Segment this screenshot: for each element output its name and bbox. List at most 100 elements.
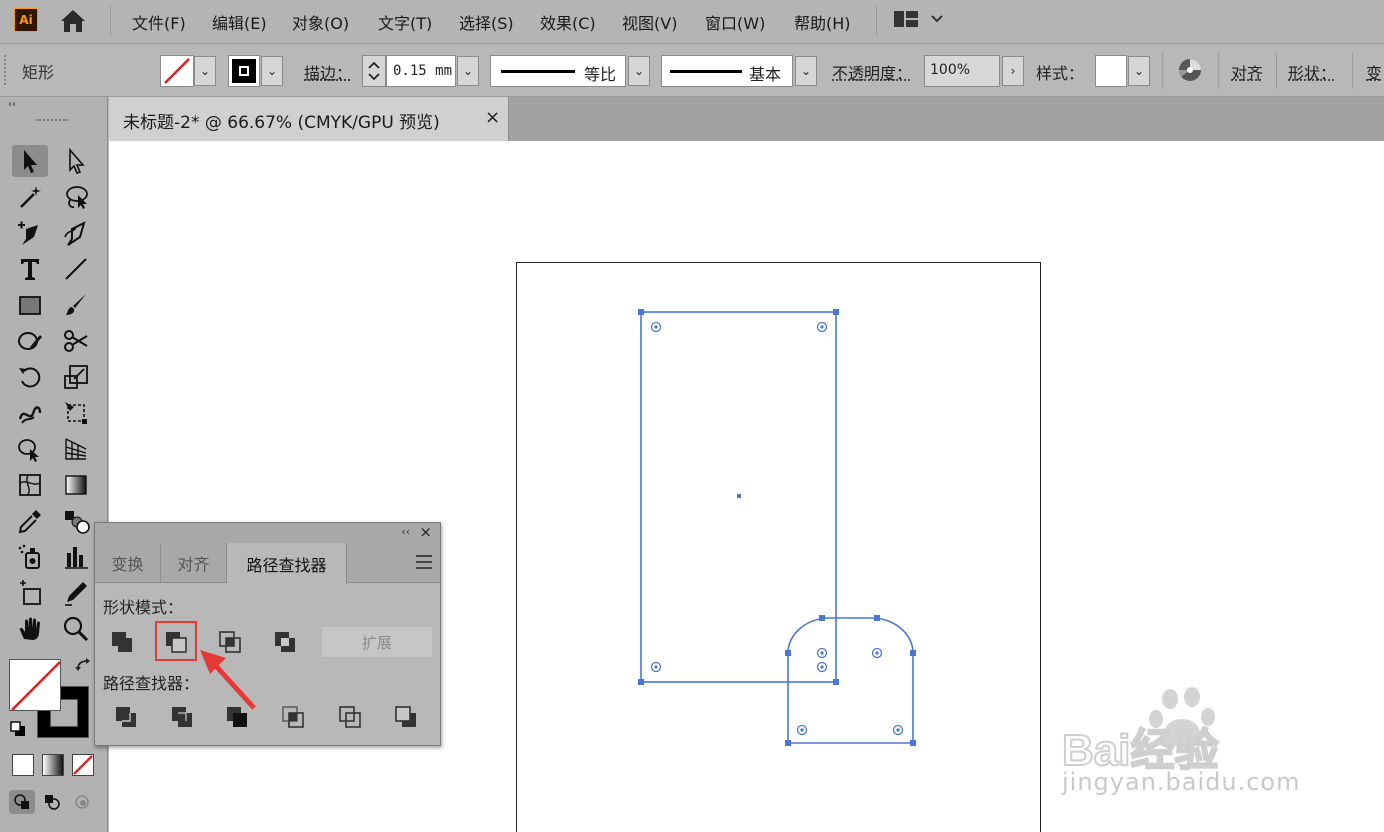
tab-align[interactable]: 对齐 xyxy=(161,543,227,583)
fill-color-swatch[interactable] xyxy=(160,55,194,87)
pen-tool-icon[interactable] xyxy=(12,217,48,249)
selection-tool-icon[interactable] xyxy=(12,145,48,177)
profile-chevron-icon[interactable]: ⌄ xyxy=(628,56,650,86)
mesh-tool-icon[interactable] xyxy=(12,469,48,501)
blend-tool-icon[interactable] xyxy=(58,505,94,537)
profile-line xyxy=(501,70,575,73)
document-tab[interactable]: 未标题-2* @ 66.67% (CMYK/GPU 预览) × xyxy=(109,97,509,141)
swap-fill-stroke-icon[interactable] xyxy=(74,657,94,677)
perspective-grid-tool-icon[interactable] xyxy=(58,433,94,465)
scissors-tool-icon[interactable] xyxy=(58,325,94,357)
brush-definition[interactable]: 基本 xyxy=(661,55,793,87)
shape-properties-link[interactable]: 形状： xyxy=(1288,60,1336,84)
pencil-tool-icon[interactable] xyxy=(58,577,94,609)
control-divider xyxy=(1276,53,1277,89)
draw-behind-button[interactable] xyxy=(39,790,65,814)
recolor-artwork-icon[interactable] xyxy=(1177,57,1203,83)
fill-swatch[interactable] xyxy=(9,659,61,711)
draw-normal-button[interactable] xyxy=(9,790,35,814)
draw-inside-icon xyxy=(75,795,89,809)
tab-pathfinder[interactable]: 路径查找器 xyxy=(227,543,347,584)
control-bar-grip[interactable] xyxy=(4,55,10,85)
home-icon[interactable] xyxy=(58,8,88,34)
menu-view[interactable]: 视图(V) xyxy=(622,10,677,34)
menu-object[interactable]: 对象(O) xyxy=(292,10,349,34)
crop-button[interactable] xyxy=(275,699,311,735)
brush-chevron-icon[interactable]: ⌄ xyxy=(795,56,817,86)
free-transform-tool-icon[interactable] xyxy=(58,397,94,429)
variable-width-profile[interactable]: 等比 xyxy=(490,55,626,87)
outline-icon xyxy=(339,706,361,728)
panel-titlebar[interactable]: ‹‹ × xyxy=(95,523,440,543)
menu-edit[interactable]: 编辑(E) xyxy=(212,10,267,34)
shape-builder-tool-icon[interactable] xyxy=(12,433,48,465)
symbol-sprayer-tool-icon[interactable] xyxy=(12,541,48,573)
eyedropper-tool-icon[interactable] xyxy=(12,505,48,537)
hand-tool-icon[interactable] xyxy=(12,613,48,645)
none-mode-button[interactable] xyxy=(72,754,94,776)
unite-button[interactable] xyxy=(104,624,140,660)
stroke-weight-input[interactable]: 0.15 mm xyxy=(386,55,456,87)
rectangle-tool-icon[interactable] xyxy=(12,289,48,321)
shaper-tool-icon[interactable] xyxy=(12,325,48,357)
scale-tool-icon[interactable] xyxy=(58,361,94,393)
menu-select[interactable]: 选择(S) xyxy=(459,10,514,34)
menu-bar: Ai 文件(F) 编辑(E) 对象(O) 文字(T) 选择(S) 效果(C) 视… xyxy=(0,0,1384,44)
lasso-tool-icon[interactable] xyxy=(58,181,94,213)
stroke-weight-chevron-icon[interactable]: ⌄ xyxy=(457,56,479,86)
rotate-tool-icon[interactable] xyxy=(12,361,48,393)
stroke-weight-stepper[interactable] xyxy=(362,55,386,87)
panel-collapse-icon[interactable]: ‹‹ xyxy=(401,525,410,538)
menu-effect[interactable]: 效果(C) xyxy=(540,10,596,34)
color-mode-button[interactable] xyxy=(12,754,34,776)
direct-selection-tool-icon[interactable] xyxy=(58,145,94,177)
stroke-color-swatch[interactable] xyxy=(228,55,260,87)
menu-help[interactable]: 帮助(H) xyxy=(794,10,851,34)
default-fill-stroke-icon[interactable] xyxy=(10,721,26,737)
menu-window[interactable]: 窗口(W) xyxy=(705,10,765,34)
menu-type[interactable]: 文字(T) xyxy=(378,10,432,34)
curvature-tool-icon[interactable] xyxy=(58,217,94,249)
tools-collapse-icon[interactable]: ‹‹ xyxy=(8,99,16,110)
rounded-rectangle[interactable] xyxy=(787,617,914,744)
artboard-tool-icon[interactable] xyxy=(12,577,48,609)
graphic-style-swatch[interactable] xyxy=(1095,55,1127,87)
corner-widgets[interactable] xyxy=(650,321,904,736)
gradient-mode-button[interactable] xyxy=(42,754,64,776)
zoom-tool-icon[interactable] xyxy=(58,613,94,645)
workspace-switcher-icon[interactable] xyxy=(892,8,948,30)
paintbrush-tool-icon[interactable] xyxy=(58,289,94,321)
outline-button[interactable] xyxy=(332,699,368,735)
tab-transform[interactable]: 变换 xyxy=(95,543,161,583)
none-mode-icon xyxy=(73,755,93,775)
tools-panel: ‹‹ xyxy=(0,97,108,832)
opacity-input[interactable]: 100% xyxy=(924,55,1000,87)
stroke-label[interactable]: 描边： xyxy=(304,60,352,84)
exclude-button[interactable] xyxy=(267,624,303,660)
menu-file[interactable]: 文件(F) xyxy=(132,10,186,34)
fill-dropdown-chevron-icon[interactable]: ⌄ xyxy=(194,56,216,86)
menu-divider xyxy=(876,6,877,36)
expand-button[interactable]: 扩展 xyxy=(322,627,432,657)
align-link[interactable]: 对齐 xyxy=(1231,60,1263,84)
column-graph-tool-icon[interactable] xyxy=(58,541,94,573)
magic-wand-tool-icon[interactable] xyxy=(12,181,48,213)
stroke-dropdown-chevron-icon[interactable]: ⌄ xyxy=(261,56,283,86)
style-chevron-icon[interactable]: ⌄ xyxy=(1128,56,1150,86)
opacity-label[interactable]: 不透明度： xyxy=(832,60,912,84)
warp-tool-icon[interactable] xyxy=(12,397,48,429)
trim-button[interactable] xyxy=(164,699,200,735)
type-tool-icon[interactable] xyxy=(12,253,48,285)
draw-inside-button[interactable] xyxy=(69,790,95,814)
gradient-tool-icon[interactable] xyxy=(58,469,94,501)
minus-back-button[interactable] xyxy=(388,699,424,735)
panel-close-icon[interactable]: × xyxy=(419,523,432,541)
transform-link[interactable]: 变 xyxy=(1366,60,1382,84)
close-tab-icon[interactable]: × xyxy=(485,107,500,128)
tools-grip[interactable] xyxy=(36,119,68,123)
panel-menu-icon[interactable] xyxy=(416,555,432,569)
control-bar: 矩形 ⌄ ⌄ 描边： 0.15 mm ⌄ 等比 ⌄ 基本 ⌄ 不透明度： 100… xyxy=(0,45,1384,97)
line-segment-tool-icon[interactable] xyxy=(58,253,94,285)
opacity-arrow-icon[interactable]: › xyxy=(1002,56,1024,86)
divide-button[interactable] xyxy=(108,699,144,735)
